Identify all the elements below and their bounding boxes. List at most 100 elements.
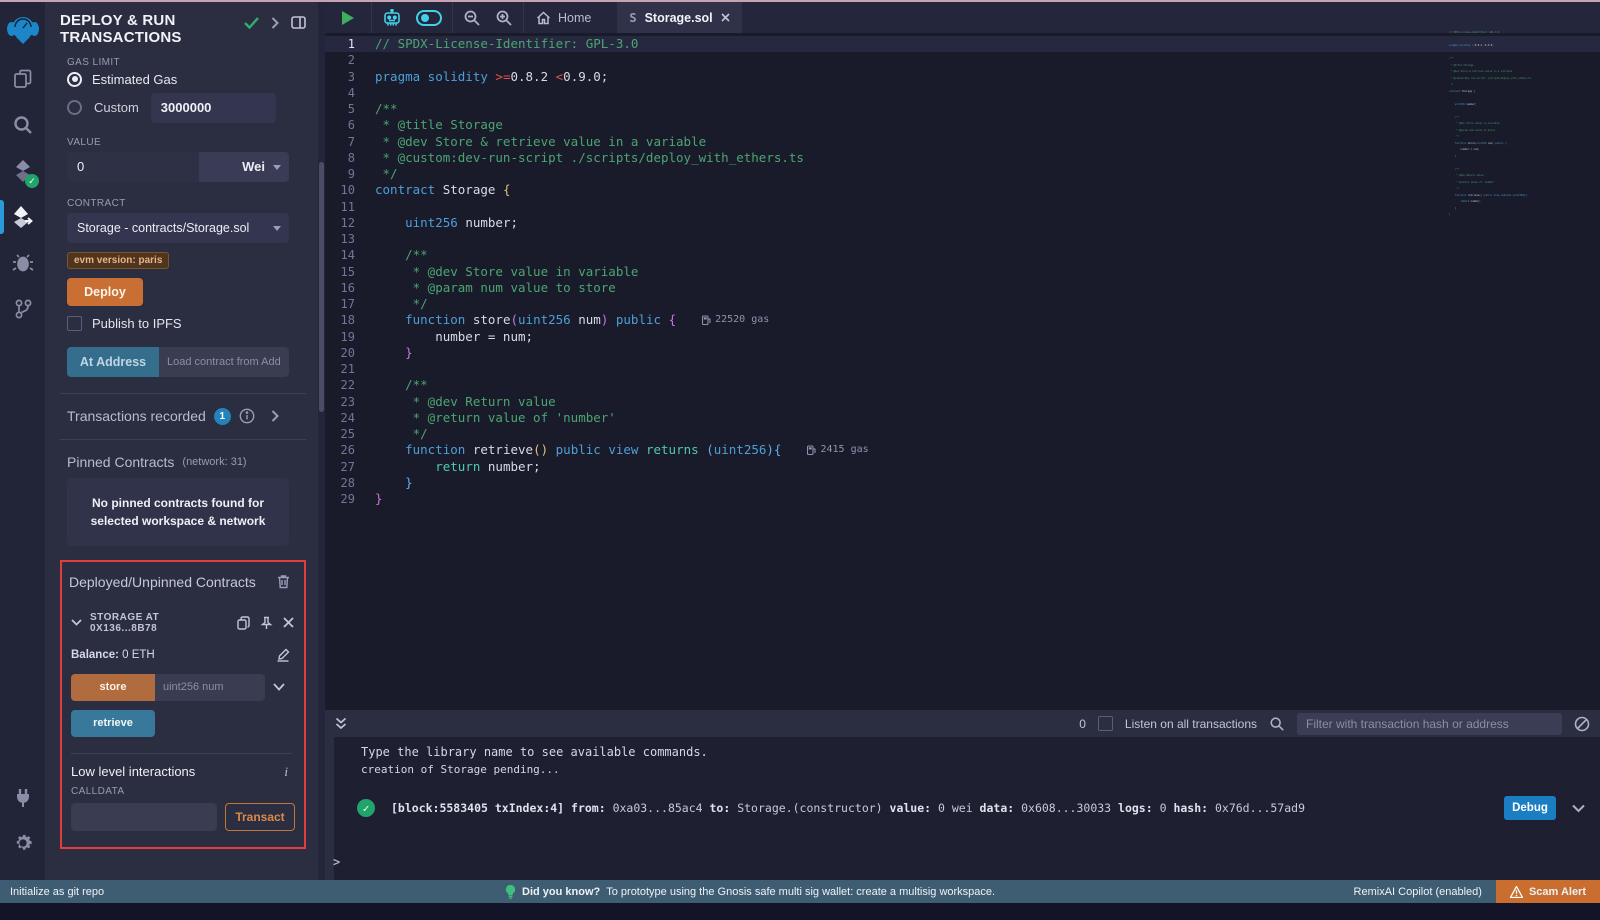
copilot-toggle-icon[interactable] [416,10,442,26]
file-explorer-icon[interactable] [0,56,45,102]
close-tab-icon[interactable] [721,13,730,22]
tab-home[interactable]: Home [524,2,603,33]
expand-tx-icon[interactable] [1572,804,1585,813]
at-address-button[interactable]: At Address [67,347,159,377]
deploy-button[interactable]: Deploy [67,278,143,306]
line-number[interactable]: 12 [325,215,375,231]
remix-logo-icon[interactable] [0,4,45,56]
line-number[interactable]: 10 [325,182,375,198]
contract-select[interactable]: Storage - contracts/Storage.sol [67,213,289,243]
remove-contract-icon[interactable] [283,617,294,628]
terminal-line: creation of Storage pending... [361,763,560,776]
line-number[interactable]: 4 [325,85,375,101]
line-number[interactable]: 25 [325,426,375,442]
line-number[interactable]: 18 [325,312,375,328]
git-init-status[interactable]: Initialize as git repo [0,886,104,898]
line-number[interactable]: 19 [325,329,375,345]
code-line: 26 function retrieve() public view retur… [325,442,1600,458]
solidity-compiler-icon[interactable]: ✓ [0,148,45,194]
settings-gear-icon[interactable] [0,820,45,866]
line-number[interactable]: 27 [325,459,375,475]
line-number[interactable]: 14 [325,247,375,263]
run-script-icon[interactable] [341,10,355,26]
at-address-input[interactable] [159,347,289,377]
editor-minimap[interactable]: // SPDX-License-Identifier: GPL-3.0 prag… [1449,30,1519,219]
line-number[interactable]: 26 [325,442,375,458]
clear-console-icon[interactable] [1574,716,1590,732]
line-number[interactable]: 15 [325,264,375,280]
line-number[interactable]: 5 [325,101,375,117]
debug-button[interactable]: Debug [1504,796,1556,820]
line-number[interactable]: 17 [325,296,375,312]
estimated-gas-radio[interactable] [67,72,82,87]
deploy-run-icon[interactable] [0,194,45,240]
store-function-button[interactable]: store [71,674,155,701]
active-plugin-indicator [0,200,4,234]
line-number[interactable]: 8 [325,150,375,166]
low-level-info-icon[interactable]: i [284,764,288,780]
terminal-search-icon[interactable] [1269,716,1285,732]
copilot-status[interactable]: RemixAI Copilot (enabled) [1354,886,1496,898]
edit-balance-icon[interactable] [276,648,290,662]
terminal-prompt[interactable]: > [333,855,340,869]
transact-button[interactable]: Transact [225,803,295,831]
zoom-in-icon[interactable] [495,9,513,27]
retrieve-function-button[interactable]: retrieve [71,710,155,737]
value-input[interactable] [67,152,199,182]
pin-contract-icon[interactable] [260,616,273,630]
collapse-contract-icon[interactable] [71,619,82,626]
line-number[interactable]: 29 [325,491,375,507]
expand-args-icon[interactable] [273,683,285,691]
listen-all-checkbox[interactable] [1098,716,1113,731]
plugin-manager-icon[interactable] [0,774,45,820]
copy-address-icon[interactable] [237,616,250,630]
line-number[interactable]: 7 [325,134,375,150]
value-unit-select[interactable]: Wei [199,152,289,182]
filter-transactions-input[interactable] [1297,713,1562,735]
line-number[interactable]: 28 [325,475,375,491]
code-editor[interactable]: 1// SPDX-License-Identifier: GPL-3.023pr… [325,33,1600,710]
search-icon[interactable] [0,102,45,148]
info-icon[interactable] [239,408,255,424]
publish-ipfs-checkbox[interactable] [67,316,82,331]
line-number[interactable]: 16 [325,280,375,296]
panel-chevron-right-icon[interactable] [271,17,279,29]
line-number[interactable]: 23 [325,394,375,410]
transaction-log-row[interactable]: ✓ [block:5583405 txIndex:4] from: 0xa03.… [345,793,1585,823]
pin-panel-icon[interactable] [291,16,306,29]
scam-alert-button[interactable]: Scam Alert [1496,880,1600,903]
collapse-terminal-icon[interactable] [335,717,347,730]
scrollbar-thumb[interactable] [319,162,324,412]
ai-copilot-robot-icon[interactable] [382,9,402,27]
custom-gas-radio[interactable] [67,100,82,115]
code-line: 27 return number; [325,459,1600,475]
icon-rail: ✓ [0,2,45,880]
zoom-out-icon[interactable] [463,9,481,27]
line-number[interactable]: 9 [325,166,375,182]
line-number[interactable]: 2 [325,52,375,68]
code-line: 25 */ [325,426,1600,442]
code-line: 13 [325,231,1600,247]
line-number[interactable]: 11 [325,199,375,215]
line-number[interactable]: 22 [325,377,375,393]
debugger-icon[interactable] [0,240,45,286]
editor-toolbar: Home S Storage.sol [325,2,1600,33]
code-line: 15 * @dev Store value in variable [325,264,1600,280]
expand-transactions-icon[interactable] [271,410,279,422]
contract-label: CONTRACT [67,198,306,209]
panel-scrollbar[interactable] [318,2,325,880]
line-number[interactable]: 3 [325,69,375,85]
store-args-input[interactable] [155,674,265,701]
line-number[interactable]: 1 [325,36,375,52]
line-number[interactable]: 24 [325,410,375,426]
line-number[interactable]: 6 [325,117,375,133]
custom-gas-input[interactable] [151,93,276,123]
calldata-input[interactable] [71,803,217,831]
line-number[interactable]: 21 [325,361,375,377]
line-number[interactable]: 20 [325,345,375,361]
line-number[interactable]: 13 [325,231,375,247]
trash-icon[interactable] [277,574,290,589]
terminal-output[interactable]: Type the library name to see available c… [325,737,1600,880]
git-icon[interactable] [0,286,45,332]
tab-storage-sol[interactable]: S Storage.sol [617,2,741,33]
